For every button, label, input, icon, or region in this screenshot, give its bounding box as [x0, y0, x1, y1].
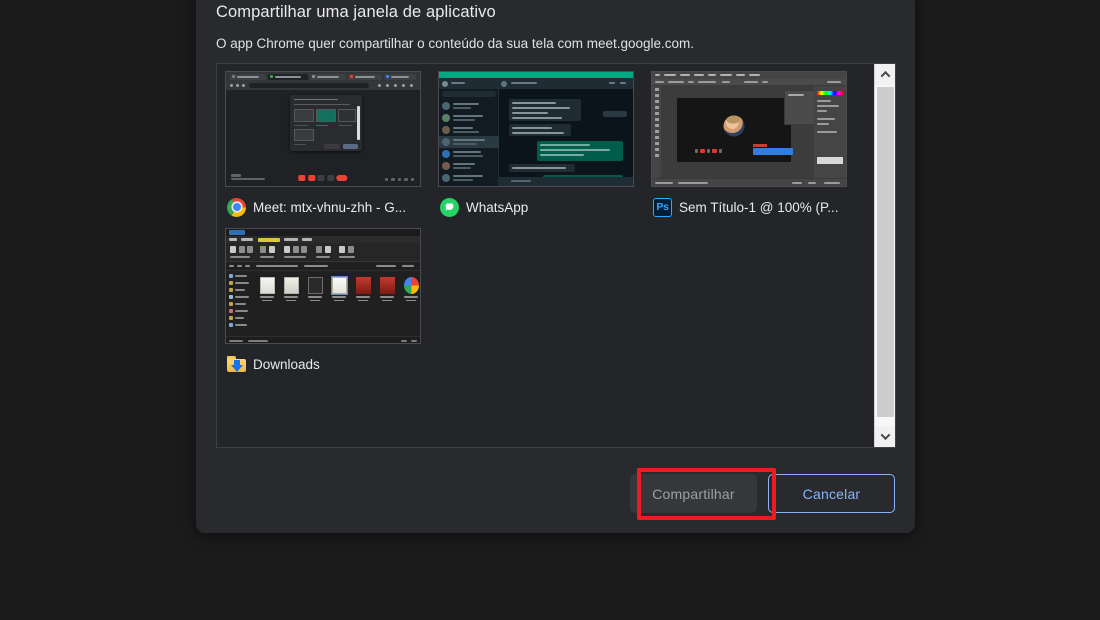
window-option-meet[interactable]: Meet: mtx-vhnu-zhh - G... [223, 71, 436, 218]
scroll-down-button[interactable] [875, 426, 895, 447]
meet-window-preview [226, 72, 420, 186]
window-thumbnail-meet[interactable] [225, 71, 421, 187]
window-thumbnail-photoshop[interactable] [651, 71, 847, 187]
list-scrollbar[interactable] [874, 64, 895, 447]
whatsapp-window-preview [439, 72, 633, 186]
window-option-photoshop[interactable]: Ps Sem Título-1 @ 100% (P... [649, 71, 862, 218]
dialog-actions: Compartilhar Cancelar [630, 474, 895, 513]
chevron-down-icon [880, 430, 891, 441]
window-caption-downloads: Downloads [225, 353, 434, 375]
explorer-window-preview [226, 229, 420, 343]
whatsapp-icon [440, 197, 459, 217]
dialog-subtitle: O app Chrome quer compartilhar o conteúd… [216, 36, 695, 51]
share-button[interactable]: Compartilhar [630, 474, 757, 513]
window-caption-whatsapp: WhatsApp [438, 196, 647, 218]
chrome-icon [227, 197, 246, 217]
window-option-whatsapp[interactable]: WhatsApp [436, 71, 649, 218]
window-list-container: Meet: mtx-vhnu-zhh - G... WhatsApp Ps Se… [216, 63, 896, 448]
photoshop-icon: Ps [653, 197, 672, 217]
window-option-downloads[interactable]: Downloads [223, 228, 436, 375]
window-thumbnail-whatsapp[interactable] [438, 71, 634, 187]
chevron-up-icon [880, 70, 891, 81]
window-caption-meet: Meet: mtx-vhnu-zhh - G... [225, 196, 434, 218]
window-label: Meet: mtx-vhnu-zhh - G... [253, 199, 407, 215]
scrollbar-thumb[interactable] [877, 87, 894, 417]
photoshop-window-preview [652, 72, 846, 186]
window-label: WhatsApp [466, 199, 529, 215]
cancel-button[interactable]: Cancelar [768, 474, 895, 513]
window-list: Meet: mtx-vhnu-zhh - G... WhatsApp Ps Se… [217, 64, 874, 447]
window-caption-photoshop: Ps Sem Título-1 @ 100% (P... [651, 196, 860, 218]
downloads-folder-icon [227, 355, 246, 374]
window-label: Downloads [253, 356, 320, 372]
screen-backdrop: Compartilhar uma janela de aplicativo O … [0, 0, 1100, 620]
share-window-dialog: Compartilhar uma janela de aplicativo O … [196, 0, 915, 533]
window-label: Sem Título-1 @ 100% (P... [679, 199, 839, 215]
dialog-title: Compartilhar uma janela de aplicativo [216, 3, 496, 21]
scroll-up-button[interactable] [875, 64, 895, 85]
window-thumbnail-downloads[interactable] [225, 228, 421, 344]
